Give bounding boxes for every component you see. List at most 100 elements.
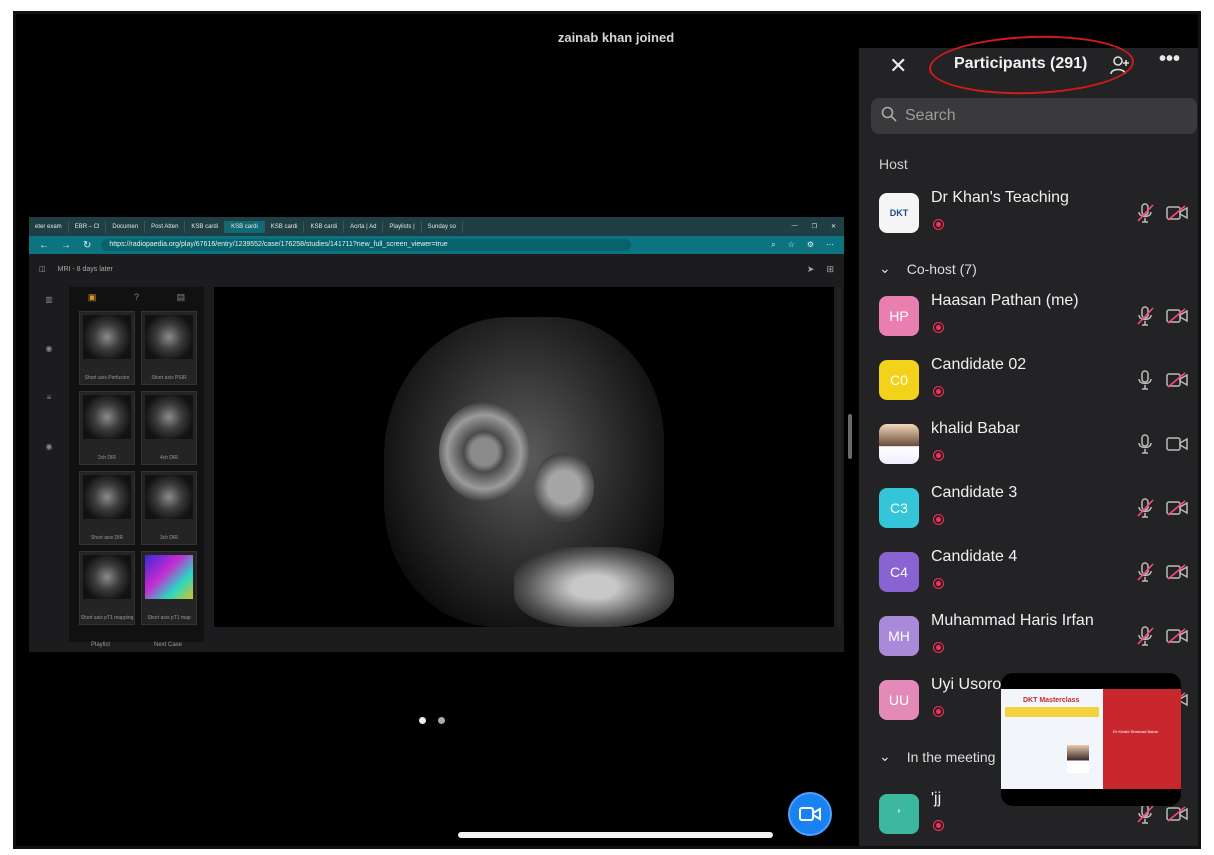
- expand-icon[interactable]: ◉: [46, 442, 53, 451]
- list-icon[interactable]: ≡: [47, 393, 52, 402]
- panel-resize-handle[interactable]: [848, 414, 852, 459]
- pointer-icon[interactable]: ➤: [807, 264, 815, 275]
- home-indicator[interactable]: [458, 832, 773, 838]
- mri-image[interactable]: [214, 287, 834, 627]
- search-input[interactable]: [905, 107, 1185, 125]
- collapse-icon[interactable]: ◉: [46, 344, 53, 353]
- participant-name: Haasan Pathan (me): [931, 292, 1079, 309]
- browser-tab[interactable]: EBR – Cl: [69, 220, 107, 233]
- url-field[interactable]: https://radiopaedia.org/play/67616/entry…: [101, 239, 632, 251]
- mic-muted-icon[interactable]: [1136, 306, 1154, 331]
- series-thumbnail[interactable]: Short axis pT1 mapping: [79, 551, 135, 625]
- viewer-left-rail: ▥ ◉ ≡ ◉: [39, 295, 59, 555]
- video-icon[interactable]: [1166, 436, 1188, 457]
- next-case-button[interactable]: Next Case: [154, 642, 182, 652]
- avatar: ': [879, 794, 919, 834]
- cohost-section-toggle[interactable]: ⌄ Co-host (7): [879, 260, 977, 277]
- search-box[interactable]: [871, 98, 1197, 134]
- meeting-section-toggle[interactable]: ⌄ In the meeting: [879, 748, 995, 765]
- browser-tab[interactable]: KSB cardi: [304, 220, 345, 233]
- browser-tab[interactable]: Aorta | Ad: [344, 220, 384, 233]
- participant-row[interactable]: C3 Candidate 3: [879, 484, 1198, 534]
- video-off-icon[interactable]: [1166, 372, 1188, 393]
- browser-tab[interactable]: KSB cardi: [265, 220, 305, 233]
- avatar: UU: [879, 680, 919, 720]
- browser-tab[interactable]: Post Atten: [145, 220, 186, 233]
- participant-name: 'jj: [931, 790, 942, 807]
- trash-icon[interactable]: ▥: [45, 295, 53, 304]
- thumbnail-grid: Short axis Perfusion Short axis PSIR 2ch D…: [69, 307, 204, 629]
- video-off-icon[interactable]: [1166, 205, 1188, 226]
- thumbnail-caption: Short axis DIR: [90, 535, 124, 541]
- favorite-icon[interactable]: ☆: [788, 240, 795, 250]
- extensions-icon[interactable]: ⚙: [807, 240, 814, 250]
- participant-row[interactable]: C4 Candidate 4: [879, 548, 1198, 598]
- mri-lower-structure: [514, 547, 674, 627]
- more-options-icon[interactable]: •••: [1159, 48, 1180, 71]
- page-indicator[interactable]: [419, 717, 445, 724]
- thumbnail-caption: 2ch DIR: [97, 455, 117, 461]
- series-thumbnail[interactable]: Short axis DIR: [79, 471, 135, 545]
- series-thumbnail[interactable]: 4ch DIR: [141, 391, 197, 465]
- minimize-icon[interactable]: —: [792, 223, 798, 230]
- browser-tab[interactable]: Playlists |: [383, 220, 422, 233]
- browser-tab[interactable]: Sunday so: [422, 220, 464, 233]
- video-off-icon[interactable]: [1166, 500, 1188, 521]
- series-thumbnail[interactable]: 2ch DIR: [79, 391, 135, 465]
- page-dot-1[interactable]: [419, 717, 426, 724]
- mic-muted-icon[interactable]: [1136, 626, 1154, 651]
- browser-tab[interactable]: KSB cardi: [185, 220, 226, 233]
- mic-icon[interactable]: [1136, 370, 1154, 395]
- mic-muted-icon[interactable]: [1136, 498, 1154, 523]
- series-thumbnail[interactable]: Short axis pT1 map: [141, 551, 197, 625]
- viewer-footer: Playlist Next Case: [69, 642, 204, 652]
- series-tab-icon[interactable]: ▣: [88, 292, 97, 303]
- participant-row[interactable]: MH Muhammad Haris Irfan: [879, 612, 1198, 662]
- window-controls: — ❐ ✕: [792, 223, 844, 230]
- menu-icon[interactable]: ⋯: [826, 240, 834, 250]
- series-thumbnail[interactable]: 3ch DIR: [141, 471, 197, 545]
- playlist-button[interactable]: Playlist: [91, 642, 110, 652]
- participant-row[interactable]: DKT Dr Khan's Teaching: [879, 189, 1198, 239]
- browser-tab[interactable]: Documen: [106, 220, 146, 233]
- page-dot-2[interactable]: [438, 717, 445, 724]
- layout-icon[interactable]: ◫: [39, 265, 46, 273]
- browser-tab[interactable]: KSB cardi: [225, 220, 265, 233]
- mic-icon[interactable]: [1136, 434, 1154, 459]
- participant-name: Candidate 02: [931, 356, 1027, 373]
- grid-icon[interactable]: ⊞: [826, 264, 834, 275]
- zoom-icon[interactable]: ⌕: [771, 240, 775, 250]
- forward-icon[interactable]: →: [61, 240, 71, 251]
- floating-video-thumbnail[interactable]: DKT Masterclass Dr Khalid Shahzad Babar: [1001, 673, 1181, 806]
- reload-icon[interactable]: ↻: [83, 240, 91, 251]
- chevron-down-icon: ⌄: [879, 748, 891, 764]
- back-icon[interactable]: ←: [39, 240, 49, 251]
- participant-row[interactable]: khalid Babar: [879, 420, 1198, 470]
- series-thumbnail[interactable]: Short axis Perfusion: [79, 311, 135, 385]
- mic-muted-icon[interactable]: [1136, 804, 1154, 829]
- browser-tab[interactable]: eter exam: [29, 220, 69, 233]
- series-thumbnail[interactable]: Short axis PSIR: [141, 311, 197, 385]
- recording-icon: [933, 706, 944, 717]
- video-off-icon[interactable]: [1166, 564, 1188, 585]
- slide-right-panel: [1103, 689, 1181, 789]
- help-tab-icon[interactable]: ?: [134, 292, 139, 302]
- close-window-icon[interactable]: ✕: [831, 223, 836, 230]
- video-off-icon[interactable]: [1166, 308, 1188, 329]
- participant-row[interactable]: HP Haasan Pathan (me): [879, 292, 1198, 342]
- restore-icon[interactable]: ❐: [812, 223, 817, 230]
- recording-icon: [933, 514, 944, 525]
- participant-row[interactable]: C0 Candidate 02: [879, 356, 1198, 406]
- mic-muted-icon[interactable]: [1136, 562, 1154, 587]
- mic-muted-icon[interactable]: [1136, 203, 1154, 228]
- shared-screen[interactable]: eter exam EBR – Cl Documen Post Atten KSB ca…: [29, 217, 844, 652]
- viewer-scrollbar[interactable]: [837, 287, 841, 627]
- close-panel-icon[interactable]: ✕: [889, 53, 907, 79]
- notes-tab-icon[interactable]: ▤: [177, 292, 186, 303]
- video-off-icon[interactable]: [1166, 806, 1188, 827]
- video-off-icon[interactable]: [1166, 628, 1188, 649]
- thumbnail-image: [145, 555, 193, 599]
- participant-name: Candidate 3: [931, 484, 1018, 501]
- participant-name: khalid Babar: [931, 420, 1020, 437]
- video-button[interactable]: [788, 792, 832, 836]
